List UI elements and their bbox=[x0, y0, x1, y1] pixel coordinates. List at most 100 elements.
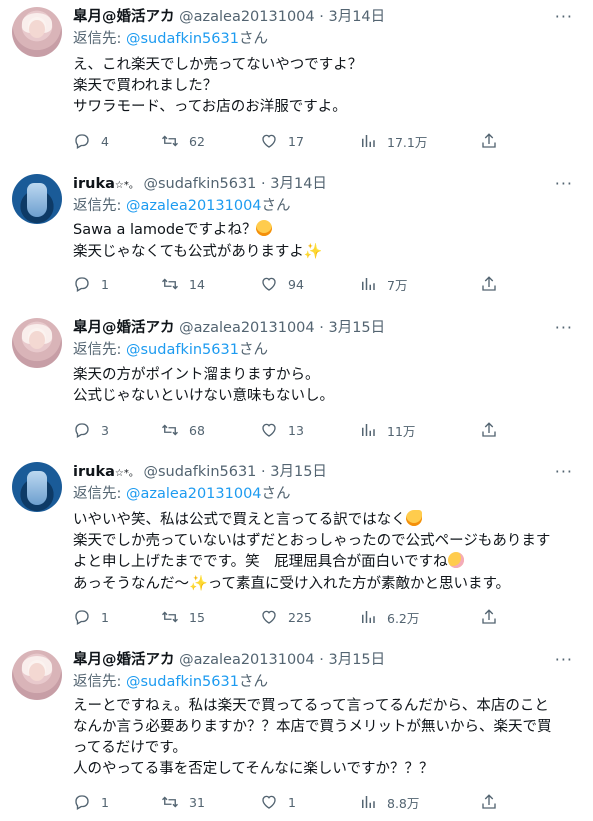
tweet-date[interactable]: 3月15日 bbox=[328, 652, 385, 668]
reply-to-link[interactable]: @sudafkin5631 bbox=[126, 342, 239, 358]
share-button[interactable] bbox=[480, 420, 508, 440]
reply-to-link[interactable]: @azalea20131004 bbox=[126, 198, 262, 214]
share-button[interactable] bbox=[480, 131, 508, 151]
tweet-header: 皐月@婚活アカ @azalea20131004 · 3月14日 bbox=[73, 9, 386, 25]
reply-context: 返信先: @sudafkin5631さん bbox=[73, 31, 268, 47]
views-button[interactable]: 7万 bbox=[359, 274, 407, 294]
reply-icon bbox=[75, 277, 89, 292]
more-icon[interactable]: ··· bbox=[555, 462, 573, 481]
more-icon[interactable]: ··· bbox=[555, 174, 573, 193]
user-handle[interactable]: @azalea20131004 bbox=[179, 9, 315, 25]
tweet-text: え、これ楽天でしか売ってないやつですよ？ 楽天で買われました？ サワラモード、っ… bbox=[73, 57, 363, 115]
reply-button[interactable]: 4 bbox=[73, 131, 109, 151]
heart-icon bbox=[262, 795, 276, 809]
share-icon bbox=[482, 609, 496, 624]
reply-context: 返信先: @sudafkin5631さん bbox=[73, 674, 268, 690]
avatar[interactable] bbox=[12, 650, 62, 700]
retweet-icon bbox=[162, 611, 178, 623]
heart-icon bbox=[262, 277, 276, 291]
like-button[interactable]: 225 bbox=[260, 607, 312, 627]
share-button[interactable] bbox=[480, 792, 508, 812]
retweet-icon bbox=[162, 424, 178, 436]
tweet[interactable]: 皐月@婚活アカ @azalea20131004 · 3月15日 ··· 返信先:… bbox=[0, 318, 593, 443]
reply-icon bbox=[75, 423, 89, 438]
reply-icon bbox=[75, 795, 89, 810]
reply-to-link[interactable]: @sudafkin5631 bbox=[126, 31, 239, 47]
retweet-icon bbox=[162, 796, 178, 808]
display-name[interactable]: 皐月@婚活アカ bbox=[73, 652, 175, 668]
more-icon[interactable]: ··· bbox=[555, 650, 573, 669]
tweet-actions: 1 14 94 7万 bbox=[73, 274, 513, 294]
tweet-date[interactable]: 3月15日 bbox=[270, 464, 327, 480]
like-button[interactable]: 17 bbox=[260, 131, 304, 151]
retweet-button[interactable]: 15 bbox=[161, 607, 205, 627]
views-icon bbox=[362, 424, 375, 436]
display-name[interactable]: iruka bbox=[73, 176, 115, 192]
reply-button[interactable]: 3 bbox=[73, 420, 109, 440]
views-icon bbox=[362, 278, 375, 290]
reply-button[interactable]: 1 bbox=[73, 792, 109, 812]
tweet-header: iruka☆*。 @sudafkin5631 · 3月15日 bbox=[73, 464, 327, 480]
avatar[interactable] bbox=[12, 462, 62, 512]
display-name[interactable]: 皐月@婚活アカ bbox=[73, 320, 175, 336]
user-handle[interactable]: @azalea20131004 bbox=[179, 320, 315, 336]
share-icon bbox=[482, 276, 496, 291]
reply-button[interactable]: 1 bbox=[73, 607, 109, 627]
reply-context: 返信先: @azalea20131004さん bbox=[73, 198, 291, 214]
retweet-button[interactable]: 68 bbox=[161, 420, 205, 440]
like-button[interactable]: 94 bbox=[260, 274, 304, 294]
display-name[interactable]: iruka bbox=[73, 464, 115, 480]
smile-emoji-icon bbox=[256, 220, 273, 236]
sparkles-emoji-icon: ✨ bbox=[303, 242, 323, 260]
views-icon bbox=[362, 796, 375, 808]
views-icon bbox=[362, 611, 375, 623]
reply-icon bbox=[75, 134, 89, 149]
tweet-text: えーとですねぇ。私は楽天で買ってるって言ってるんだから、本店のこと なんか言う必… bbox=[73, 698, 552, 777]
tweet-actions: 4 62 17 17.1万 bbox=[73, 131, 513, 151]
share-button[interactable] bbox=[480, 607, 508, 627]
tweet[interactable]: iruka☆*。 @sudafkin5631 · 3月14日 ··· 返信先: … bbox=[0, 174, 593, 299]
reply-to-link[interactable]: @sudafkin5631 bbox=[126, 674, 239, 690]
tweet[interactable]: 皐月@婚活アカ @azalea20131004 · 3月15日 ··· 返信先:… bbox=[0, 650, 593, 820]
tweet-date[interactable]: 3月14日 bbox=[328, 9, 385, 25]
retweet-button[interactable]: 62 bbox=[161, 131, 205, 151]
views-button[interactable]: 8.8万 bbox=[359, 792, 419, 812]
user-handle[interactable]: @sudafkin5631 bbox=[143, 464, 256, 480]
avatar[interactable] bbox=[12, 174, 62, 224]
reply-context: 返信先: @sudafkin5631さん bbox=[73, 342, 268, 358]
tweet-header: 皐月@婚活アカ @azalea20131004 · 3月15日 bbox=[73, 652, 386, 668]
share-button[interactable] bbox=[480, 274, 508, 294]
display-name[interactable]: 皐月@婚活アカ bbox=[73, 9, 175, 25]
views-button[interactable]: 6.2万 bbox=[359, 607, 419, 627]
avatar[interactable] bbox=[12, 318, 62, 368]
user-handle[interactable]: @sudafkin5631 bbox=[143, 176, 256, 192]
retweet-button[interactable]: 31 bbox=[161, 792, 205, 812]
like-button[interactable]: 13 bbox=[260, 420, 304, 440]
views-button[interactable]: 11万 bbox=[359, 420, 415, 440]
sweat-smile-emoji-icon bbox=[405, 510, 422, 526]
user-handle[interactable]: @azalea20131004 bbox=[179, 652, 315, 668]
retweet-icon bbox=[162, 135, 178, 147]
share-icon bbox=[482, 133, 496, 148]
blush-emoji-icon bbox=[447, 552, 464, 568]
reply-icon bbox=[75, 610, 89, 625]
retweet-icon bbox=[162, 278, 178, 290]
tweet-actions: 1 15 225 6.2万 bbox=[73, 607, 513, 627]
heart-icon bbox=[262, 134, 276, 148]
avatar[interactable] bbox=[12, 7, 62, 57]
more-icon[interactable]: ··· bbox=[555, 7, 573, 26]
reply-to-link[interactable]: @azalea20131004 bbox=[126, 486, 262, 502]
tweet[interactable]: 皐月@婚活アカ @azalea20131004 · 3月14日 ··· 返信先:… bbox=[0, 7, 593, 157]
tweet-actions: 1 31 1 8.8万 bbox=[73, 792, 513, 812]
tweet-date[interactable]: 3月15日 bbox=[328, 320, 385, 336]
sparkles-emoji-icon: ✨ bbox=[189, 574, 208, 592]
heart-icon bbox=[262, 610, 276, 624]
more-icon[interactable]: ··· bbox=[555, 318, 573, 337]
like-button[interactable]: 1 bbox=[260, 792, 296, 812]
views-button[interactable]: 17.1万 bbox=[359, 131, 427, 151]
reply-button[interactable]: 1 bbox=[73, 274, 109, 294]
retweet-button[interactable]: 14 bbox=[161, 274, 205, 294]
tweet[interactable]: iruka☆*。 @sudafkin5631 · 3月15日 ··· 返信先: … bbox=[0, 462, 593, 632]
tweet-date[interactable]: 3月14日 bbox=[270, 176, 327, 192]
tweet-text: いやいや笑、私は公式で買えと言ってる訳ではなく 楽天でしか売っていないはずだとお… bbox=[73, 510, 551, 592]
